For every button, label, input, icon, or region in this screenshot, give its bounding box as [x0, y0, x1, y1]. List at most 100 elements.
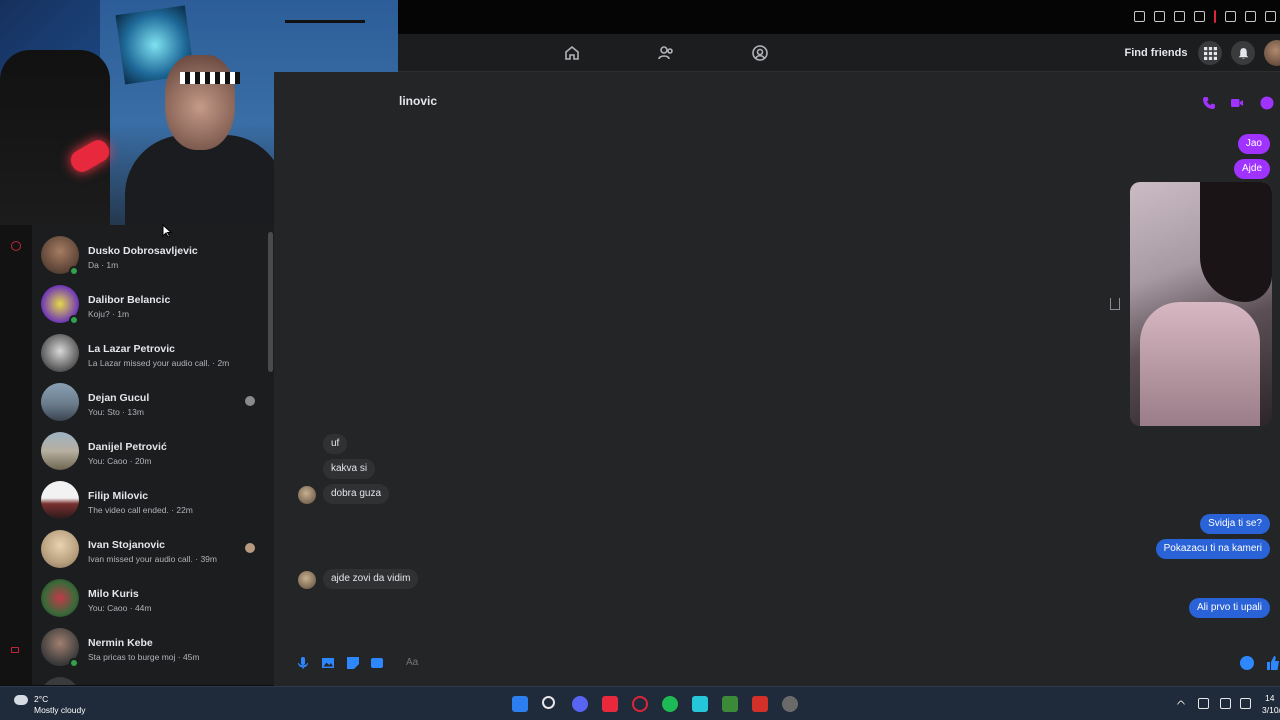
chat-name: Milo Kuris [88, 588, 139, 600]
chat-item[interactable]: Dusko Dobrosavljevic Da · 1m [32, 230, 274, 279]
chat-preview: The video call ended. · 22m [88, 505, 193, 515]
chat-item[interactable]: Ivan Stojanovic Ivan missed your audio c… [32, 524, 274, 573]
browser-extension-icons [1134, 10, 1276, 23]
chat-preview: La Lazar missed your audio call. · 2m [88, 358, 230, 368]
app-icon[interactable] [752, 696, 768, 712]
spotify-icon[interactable] [662, 696, 678, 712]
left-rail [0, 225, 32, 685]
network-icon[interactable] [1198, 698, 1209, 709]
find-friends-button[interactable]: Find friends [1122, 42, 1190, 64]
chat-preview: Koju? · 1m [88, 309, 130, 319]
chat-preview: Ivan missed your audio call. · 39m [88, 554, 217, 564]
profile-icon[interactable] [1245, 11, 1256, 22]
message-bubble-incoming[interactable]: ajde zovi da vidim [323, 569, 419, 589]
volume-icon[interactable] [1240, 698, 1251, 709]
groups-icon[interactable] [751, 44, 769, 62]
weather-description[interactable]: Mostly cloudy [34, 705, 86, 715]
chat-name: Dalibor Belancic [88, 294, 171, 306]
webcam-person-head [165, 55, 235, 150]
emoji-icon[interactable] [1240, 656, 1254, 670]
share-icon[interactable] [1110, 298, 1120, 310]
settings-icon[interactable] [782, 696, 798, 712]
discord-icon[interactable] [572, 696, 588, 712]
message-bubble-outgoing[interactable]: Svidja ti se? [1200, 514, 1270, 534]
avatar [41, 529, 79, 568]
avatar [41, 431, 79, 470]
sender-avatar [298, 571, 316, 589]
thumbs-up-icon[interactable] [1266, 655, 1280, 671]
media-content [1200, 182, 1272, 302]
home-icon[interactable] [563, 44, 581, 62]
start-menu-icon[interactable] [512, 696, 528, 712]
clock-time[interactable]: 14 [1265, 693, 1274, 703]
online-indicator [69, 658, 79, 668]
chat-name: Dusko Dobrosavljevic [88, 245, 198, 257]
message-bubble-incoming[interactable]: uf [323, 434, 348, 454]
sender-avatar [298, 486, 316, 504]
chat-item[interactable]: Filip Milovic The video call ended. · 22… [32, 475, 274, 524]
weather-temperature[interactable]: 2°C [34, 694, 48, 704]
message-bubble-outgoing[interactable]: Pokazacu ti na kameri [1155, 539, 1270, 559]
tab-icon[interactable] [1154, 11, 1165, 22]
microphone-icon[interactable] [296, 656, 310, 670]
chat-item[interactable] [32, 671, 274, 685]
conversation-title[interactable]: linovic [399, 94, 437, 108]
seen-avatar [245, 396, 255, 406]
download-icon[interactable] [1225, 11, 1236, 22]
media-content [1140, 302, 1260, 426]
play-icon[interactable] [1174, 11, 1185, 22]
phone-icon[interactable] [1202, 96, 1216, 110]
chevron-up-icon[interactable] [1176, 699, 1186, 709]
opera-icon[interactable] [632, 696, 648, 712]
seen-avatar [245, 543, 255, 553]
shared-video-thumbnail[interactable] [1130, 182, 1272, 426]
image-icon[interactable] [321, 656, 335, 670]
message-bubble-incoming[interactable]: dobra guza [323, 484, 390, 504]
chat-item[interactable]: Dalibor Belancic Koju? · 1m [32, 279, 274, 328]
chat-name: Dejan Gucul [88, 392, 150, 404]
tiktok-icon[interactable] [602, 696, 618, 712]
chat-preview: You: Caoo · 20m [88, 456, 152, 466]
video-icon[interactable] [1230, 96, 1244, 110]
bookmark-icon[interactable] [1134, 11, 1145, 22]
mouse-cursor-icon [162, 223, 173, 238]
settings-icon[interactable] [11, 241, 21, 251]
pixel-sunglasses-overlay [180, 72, 240, 84]
menu-grid-icon[interactable] [1198, 41, 1222, 65]
chat-item[interactable]: La Lazar Petrovic La Lazar missed your a… [32, 328, 274, 377]
chat-list-scrollbar[interactable] [268, 232, 273, 372]
screen: Find friends Dusko Dobrosavljevic Da · 1… [0, 0, 1280, 720]
profile-avatar[interactable] [1264, 40, 1280, 66]
heart-icon[interactable] [1194, 11, 1205, 22]
expand-icon[interactable] [11, 647, 19, 653]
message-bubble-outgoing[interactable]: Ajde [1233, 159, 1270, 179]
ai-icon[interactable] [1265, 11, 1276, 22]
chat-name: La Lazar Petrovic [88, 343, 175, 355]
online-indicator [69, 315, 79, 325]
sticker-icon[interactable] [346, 656, 360, 670]
gif-icon[interactable] [370, 656, 384, 670]
avatar [41, 578, 79, 617]
info-icon[interactable] [1260, 96, 1274, 110]
chat-item[interactable]: Dejan Gucul You: Sto · 13m [32, 377, 274, 426]
chat-item[interactable]: Nermin Kebe Sta pricas to burge moj · 45… [32, 622, 274, 671]
chat-item[interactable]: Danijel Petrović You: Caoo · 20m [32, 426, 274, 475]
chat-item[interactable]: Milo Kuris You: Caoo · 44m [32, 573, 274, 622]
search-icon[interactable] [542, 696, 555, 709]
chat-name: Nermin Kebe [88, 637, 153, 649]
message-bubble-incoming[interactable]: kakva si [323, 459, 376, 479]
display-icon[interactable] [1220, 698, 1231, 709]
conversation-panel: linovic Jao Ajde uf kakva si dobra guza … [274, 72, 1280, 686]
friends-icon[interactable] [657, 44, 675, 62]
cloud-icon[interactable] [14, 695, 28, 705]
bell-icon[interactable] [1231, 41, 1255, 65]
message-input[interactable] [396, 652, 1216, 674]
chat-name: Filip Milovic [88, 490, 149, 502]
game-launcher-icon[interactable] [722, 696, 738, 712]
message-bubble-outgoing[interactable]: Ali prvo ti upali [1188, 598, 1270, 618]
clock-date[interactable]: 3/10/ [1262, 705, 1280, 715]
message-bubble-outgoing[interactable]: Jao [1237, 134, 1270, 154]
chat-name: Ivan Stojanovic [88, 539, 166, 551]
windows-taskbar: 2°C Mostly cloudy 14 3/10/ [0, 686, 1280, 720]
app-icon[interactable] [692, 696, 708, 712]
